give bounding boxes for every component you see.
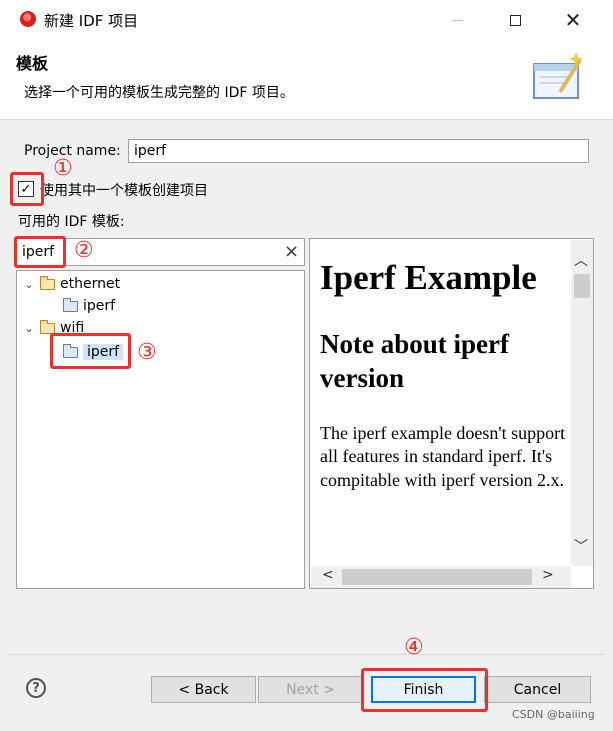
annotation-number-2: ②	[74, 238, 94, 263]
app-icon	[20, 11, 36, 27]
use-template-label[interactable]: 使用其中一个模板创建项目	[40, 180, 208, 200]
footer-separator	[8, 654, 605, 655]
page-description: 选择一个可用的模板生成完整的 IDF 项目。	[24, 85, 294, 101]
scroll-left-icon[interactable]: <	[322, 567, 334, 583]
annotation-number-4: ④	[404, 635, 424, 660]
close-icon: ✕	[564, 8, 582, 32]
project-name-input[interactable]	[128, 139, 589, 163]
preview-subheading: Note about iperf version	[320, 329, 509, 393]
page-title: 模板	[16, 54, 49, 73]
annotation-box-finish	[361, 668, 488, 712]
close-button[interactable]: ✕	[550, 4, 596, 36]
tree-node-label: iperf	[83, 298, 116, 314]
minimize-button[interactable]	[434, 4, 480, 36]
back-button[interactable]: < Back	[151, 676, 256, 703]
chevron-down-icon[interactable]: ⌄	[23, 278, 35, 291]
horizontal-scroll-thumb[interactable]	[342, 569, 532, 585]
annotation-box-checkbox	[10, 172, 44, 206]
folder-open-icon	[40, 275, 55, 290]
template-preview[interactable]: Iperf Example Note about iperf version T…	[309, 238, 594, 589]
scroll-down-icon[interactable]: ﹀	[574, 536, 588, 556]
annotation-number-1: ①	[53, 156, 73, 181]
next-button[interactable]: Next >	[258, 676, 363, 703]
scroll-right-icon[interactable]: >	[542, 567, 554, 583]
preview-heading: Iperf Example	[320, 258, 537, 297]
wizard-banner-icon	[533, 52, 583, 99]
cancel-button[interactable]: Cancel	[484, 676, 591, 703]
watermark: CSDN @baiiing	[512, 708, 595, 721]
annotation-box-tree-item	[50, 333, 131, 369]
vertical-scroll-thumb[interactable]	[574, 274, 590, 298]
window-title: 新建 IDF 项目	[44, 12, 139, 30]
minimize-icon	[451, 19, 463, 21]
scroll-up-icon[interactable]: ︿	[574, 250, 588, 270]
templates-label: 可用的 IDF 模板:	[18, 214, 125, 230]
preview-paragraph: The iperf example doesn't support all fe…	[320, 422, 566, 491]
tree-node-label: ethernet	[60, 276, 121, 292]
wizard-header: 模板 选择一个可用的模板生成完整的 IDF 项目。	[0, 40, 613, 120]
template-folder-icon	[63, 297, 78, 312]
clear-filter-icon[interactable]: ×	[284, 242, 299, 262]
tree-node-ethernet-iperf[interactable]: iperf	[63, 295, 115, 317]
folder-open-icon	[40, 319, 55, 334]
maximize-icon	[509, 14, 521, 26]
annotation-number-3: ③	[137, 340, 157, 365]
chevron-down-icon[interactable]: ⌄	[23, 322, 35, 335]
template-tree[interactable]: ⌄ ethernet iperf ⌄ wifi iperf	[16, 270, 305, 589]
preview-content: Iperf Example Note about iperf version T…	[320, 253, 568, 493]
annotation-box-filter	[14, 236, 66, 268]
tree-node-ethernet[interactable]: ⌄ ethernet	[23, 273, 120, 295]
help-icon[interactable]: ?	[26, 678, 46, 698]
maximize-button[interactable]	[492, 4, 538, 36]
